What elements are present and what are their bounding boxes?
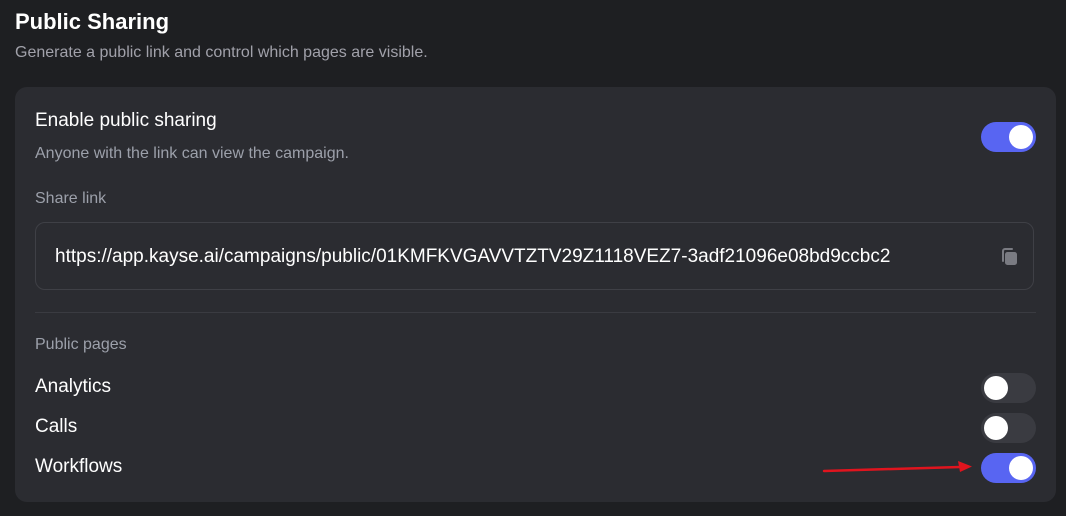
- enable-sharing-title: Enable public sharing: [35, 110, 217, 131]
- workflows-toggle[interactable]: [981, 453, 1036, 483]
- section-description: Generate a public link and control which…: [15, 44, 428, 61]
- copy-icon[interactable]: [999, 246, 1021, 268]
- page-label-analytics: Analytics: [35, 376, 112, 397]
- section-title: Public Sharing: [15, 9, 170, 34]
- annotation-arrow: [822, 461, 972, 473]
- share-link-url[interactable]: https://app.kayse.ai/campaigns/public/01…: [55, 245, 890, 269]
- page-label-calls: Calls: [35, 416, 78, 437]
- toggle-knob: [984, 376, 1008, 400]
- public-sharing-page: Public Sharing Generate a public link an…: [0, 0, 1066, 516]
- public-pages-label: Public pages: [35, 336, 127, 353]
- share-link-label: Share link: [35, 190, 107, 207]
- analytics-toggle[interactable]: [981, 373, 1036, 403]
- enable-sharing-toggle[interactable]: [981, 122, 1036, 152]
- page-label-workflows: Workflows: [35, 456, 123, 477]
- toggle-knob: [984, 416, 1008, 440]
- share-link-field[interactable]: https://app.kayse.ai/campaigns/public/01…: [35, 222, 1034, 290]
- toggle-knob: [1009, 456, 1033, 480]
- calls-toggle[interactable]: [981, 413, 1036, 443]
- enable-sharing-description: Anyone with the link can view the campai…: [35, 145, 349, 162]
- sharing-settings-card: Enable public sharing Anyone with the li…: [15, 87, 1056, 502]
- section-divider: [35, 312, 1036, 313]
- toggle-knob: [1009, 125, 1033, 149]
